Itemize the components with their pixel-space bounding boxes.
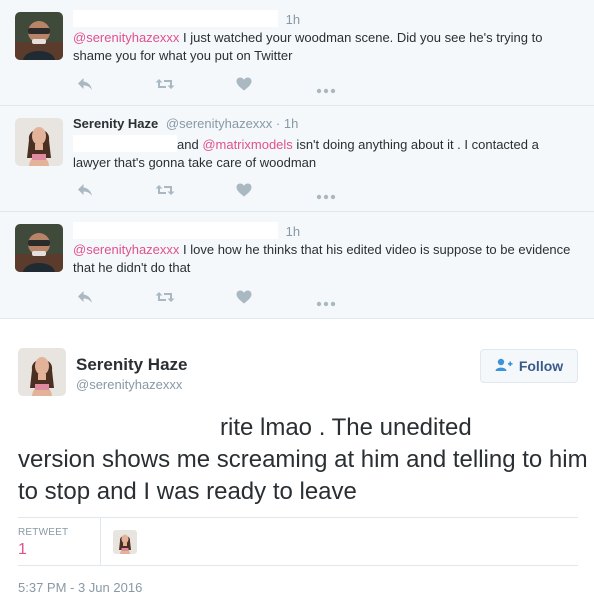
retweet-icon[interactable] [155, 77, 175, 96]
avatar[interactable] [18, 348, 66, 396]
tweet-actions [73, 290, 373, 306]
tweet-time[interactable]: 1h [286, 224, 300, 239]
retweet-label[interactable]: RETWEET [18, 527, 68, 538]
tweet-stats: RETWEET 1 [18, 517, 578, 566]
display-name[interactable]: Serenity Haze [76, 355, 188, 375]
avatar[interactable] [15, 12, 63, 60]
tweet-text: rite lmao . The unedited version shows m… [18, 412, 588, 508]
mention-link[interactable]: @serenityhazexxx [73, 242, 179, 257]
tweet-header: 1h [73, 222, 300, 239]
tweet-timestamp[interactable]: 5:37 PM - 3 Jun 2016 [18, 580, 142, 595]
mention-link[interactable]: @serenityhazexxx [73, 30, 179, 45]
tweet-body: and [177, 137, 203, 152]
retweet-icon[interactable] [155, 290, 175, 309]
retweet-count[interactable]: 1 [18, 541, 27, 559]
tweet-text: and @matrixmodels isn't doing anything a… [73, 135, 578, 172]
tweet-header: 1h [73, 10, 300, 27]
main-tweet: Serenity Haze @serenityhazexxx Follow ri… [0, 319, 594, 606]
tweet-actions [73, 183, 373, 199]
retweeter-avatar[interactable] [113, 530, 137, 554]
reply-icon[interactable] [77, 183, 93, 202]
separator: · [275, 116, 281, 131]
reply-icon[interactable] [77, 77, 93, 96]
reply-tweet: 1h @serenityhazexxx I love how he thinks… [0, 212, 594, 319]
more-icon[interactable] [316, 81, 336, 99]
reply-icon[interactable] [77, 290, 93, 309]
handle[interactable]: @serenityhazexxx [76, 377, 182, 392]
more-icon[interactable] [316, 187, 336, 205]
reply-tweet: 1h @serenityhazexxx I just watched your … [0, 0, 594, 106]
heart-icon[interactable] [236, 290, 252, 309]
redacted-mention [73, 135, 177, 152]
heart-icon[interactable] [236, 183, 252, 202]
redacted-name [73, 222, 278, 239]
avatar[interactable] [15, 118, 63, 166]
tweet-text-rest: version shows me screaming at him and te… [18, 446, 588, 505]
follow-button[interactable]: Follow [480, 349, 578, 383]
more-icon[interactable] [316, 294, 336, 312]
tweet-time[interactable]: 1h [284, 116, 298, 131]
avatar[interactable] [15, 224, 63, 272]
handle[interactable]: @serenityhazexxx [166, 116, 272, 131]
tweet-time[interactable]: 1h [286, 12, 300, 27]
redacted-name [73, 10, 278, 27]
tweet-text: @serenityhazexxx I love how he thinks th… [73, 241, 578, 277]
tweet-header: Serenity Haze @serenityhazexxx · 1h [73, 116, 298, 131]
mention-link[interactable]: @matrixmodels [202, 137, 293, 152]
retweet-icon[interactable] [155, 183, 175, 202]
tweet-text: @serenityhazexxx I just watched your woo… [73, 29, 578, 65]
follow-user-icon [495, 358, 513, 375]
heart-icon[interactable] [236, 77, 252, 96]
divider [100, 518, 101, 565]
display-name[interactable]: Serenity Haze [73, 116, 158, 131]
tweet-text-line: rite lmao . The unedited [220, 414, 472, 441]
tweet-actions [73, 77, 373, 93]
follow-label: Follow [518, 358, 564, 374]
reply-tweet: Serenity Haze @serenityhazexxx · 1h and … [0, 106, 594, 212]
